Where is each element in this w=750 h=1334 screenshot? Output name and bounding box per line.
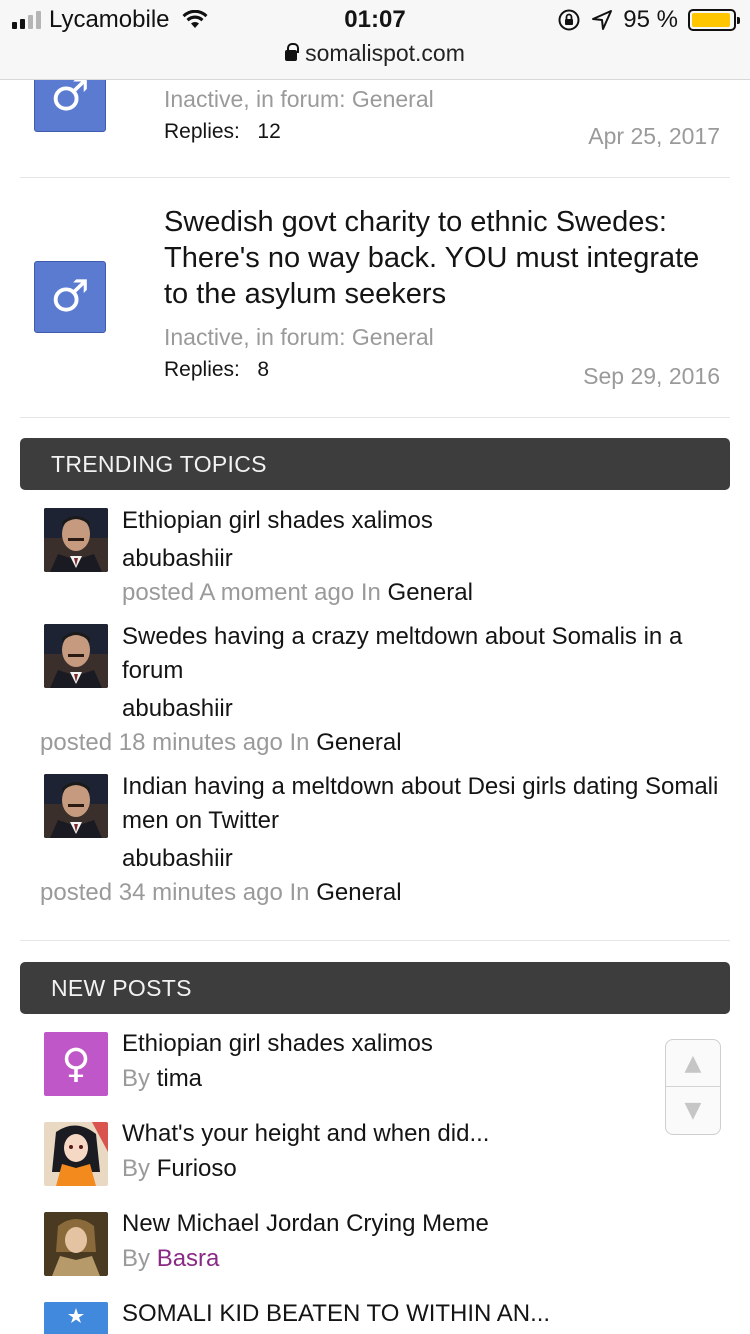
location-arrow-icon <box>592 10 613 30</box>
triangle-down-icon: ▼ <box>684 1098 702 1123</box>
by-label: By <box>122 1155 151 1182</box>
status-right: 95 % <box>557 6 740 34</box>
trending-posted: posted 18 minutes ago In General <box>40 729 402 757</box>
forum-link[interactable]: General <box>316 729 401 756</box>
male-icon: ♂ <box>50 70 90 121</box>
status-bar: Lycamobile 01:07 95 % somalispot.com <box>0 0 750 80</box>
trending-author[interactable]: abubashiir <box>122 845 233 873</box>
in-label: In <box>360 579 381 606</box>
anime-character-icon <box>44 1122 108 1186</box>
replies-label: Replies: <box>164 358 240 381</box>
author-link[interactable]: tima <box>157 1065 202 1092</box>
posted-time: 34 minutes ago <box>118 879 283 906</box>
by-label: By <box>122 1065 151 1092</box>
replies-count: 8 <box>257 358 270 381</box>
in-label: In <box>289 879 310 906</box>
thread-date: Apr 25, 2017 <box>588 123 720 149</box>
scroll-down-button[interactable]: ▼ <box>666 1087 720 1134</box>
trending-author[interactable]: abubashiir <box>122 695 233 723</box>
portrait-painting-icon <box>44 1212 108 1276</box>
author-link[interactable]: Furioso <box>157 1155 237 1182</box>
new-post-author: By tima <box>122 1065 202 1093</box>
scroll-up-button[interactable]: ▲ <box>666 1040 720 1087</box>
trending-title[interactable]: Indian having a meltdown about Desi girl… <box>122 770 722 838</box>
forum-link[interactable]: General <box>388 579 473 606</box>
replies-label: Replies: <box>164 120 240 143</box>
trending-title[interactable]: Ethiopian girl shades xalimos <box>122 504 722 538</box>
trending-title[interactable]: Swedes having a crazy meltdown about Som… <box>122 620 722 688</box>
rotation-lock-icon <box>558 9 580 31</box>
trending-author[interactable]: abubashiir <box>122 545 233 573</box>
portrait-icon <box>44 508 108 572</box>
male-icon: ♂ <box>50 271 90 322</box>
new-post-title[interactable]: SOMALI KID BEATEN TO WITHIN AN... <box>122 1300 550 1328</box>
new-post-title[interactable]: New Michael Jordan Crying Meme <box>122 1210 489 1238</box>
posted-time: 18 minutes ago <box>118 729 283 756</box>
replies-count: 12 <box>257 120 281 143</box>
forum-link[interactable]: General <box>316 879 401 906</box>
posted-label: posted <box>40 879 113 906</box>
battery-level <box>692 13 730 27</box>
posted-time: A moment ago <box>199 579 355 606</box>
thread-title[interactable]: Swedish govt charity to ethnic Swedes: T… <box>164 204 724 312</box>
author-link[interactable]: Basra <box>157 1245 220 1272</box>
thread-date: Sep 29, 2016 <box>583 363 720 389</box>
new-post-title[interactable]: Ethiopian girl shades xalimos <box>122 1030 433 1058</box>
url-text: somalispot.com <box>305 40 465 66</box>
scroll-control: ▲ ▼ <box>665 1039 721 1135</box>
user-avatar[interactable] <box>44 508 108 572</box>
battery-icon <box>688 9 740 31</box>
new-post-author: By Furioso <box>122 1155 237 1183</box>
portrait-avatar[interactable] <box>44 1212 108 1276</box>
triangle-up-icon: ▲ <box>684 1050 702 1076</box>
trending-posted: posted A moment ago In General <box>122 579 473 607</box>
somali-flag-icon <box>44 1302 108 1334</box>
portrait-icon <box>44 624 108 688</box>
battery-percent: 95 % <box>623 6 678 33</box>
female-avatar[interactable]: ♀ <box>44 1032 108 1096</box>
by-label: By <box>122 1245 151 1272</box>
new-posts-header: NEW POSTS <box>20 962 730 1014</box>
thread-replies: Replies: 8 <box>164 358 269 382</box>
trending-topics-header: TRENDING TOPICS <box>20 438 730 490</box>
posted-label: posted <box>40 729 113 756</box>
section-divider <box>20 940 730 941</box>
portrait-icon <box>44 774 108 838</box>
in-label: In <box>289 729 310 756</box>
thread-status: Inactive, in forum: General <box>164 86 434 112</box>
thread-item[interactable]: ♂ Inactive, in forum: General Replies: 1… <box>20 60 730 178</box>
user-avatar[interactable] <box>44 624 108 688</box>
thread-status: Inactive, in forum: General <box>164 324 434 350</box>
somali-flag-avatar[interactable] <box>44 1302 108 1334</box>
new-post-author: By Basra <box>122 1245 219 1273</box>
lock-icon <box>285 43 300 61</box>
address-bar[interactable]: somalispot.com <box>0 40 750 67</box>
female-icon: ♀ <box>61 1041 91 1087</box>
user-avatar[interactable] <box>44 774 108 838</box>
new-post-title[interactable]: What's your height and when did... <box>122 1120 489 1148</box>
male-avatar[interactable]: ♂ <box>34 261 106 333</box>
trending-posted: posted 34 minutes ago In General <box>40 879 402 907</box>
thread-replies: Replies: 12 <box>164 120 281 144</box>
anime-avatar[interactable] <box>44 1122 108 1186</box>
posted-label: posted <box>122 579 195 606</box>
thread-item[interactable]: ♂ Swedish govt charity to ethnic Swedes:… <box>20 178 730 418</box>
